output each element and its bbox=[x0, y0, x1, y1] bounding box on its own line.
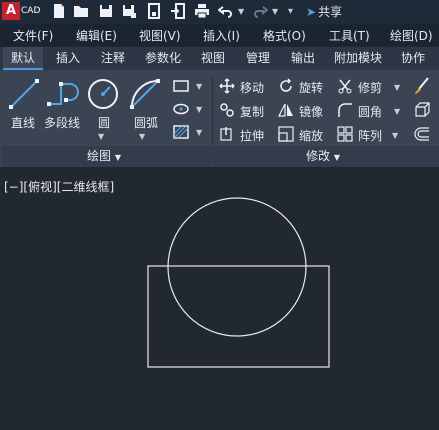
copy-icon[interactable] bbox=[219, 102, 235, 118]
drawing-canvas[interactable] bbox=[0, 168, 439, 430]
move-tool-label[interactable]: 移动 bbox=[240, 79, 264, 96]
draw-panel-title[interactable]: 绘图 ▼ bbox=[87, 146, 121, 166]
fillet-tool-label[interactable]: 圆角 bbox=[358, 103, 382, 120]
arc-dropdown-icon[interactable]: ▼ bbox=[139, 132, 145, 141]
share-button[interactable]: ➤ 共享 bbox=[306, 3, 342, 20]
circle-icon[interactable] bbox=[86, 77, 120, 111]
erase-icon[interactable] bbox=[413, 77, 431, 95]
save-icon[interactable] bbox=[98, 3, 114, 19]
draw-panel-title-text: 绘图 bbox=[87, 149, 112, 163]
tab-output[interactable]: 输出 bbox=[283, 47, 323, 70]
menu-bar: 文件(F) 编辑(E) 视图(V) 插入(I) 格式(O) 工具(T) 绘图(D… bbox=[0, 24, 439, 46]
tab-addins[interactable]: 附加模块 bbox=[328, 47, 388, 70]
offset-icon[interactable] bbox=[413, 125, 431, 143]
modify-panel-title-text: 修改 bbox=[306, 149, 331, 163]
print-icon[interactable] bbox=[194, 3, 210, 19]
menu-draw[interactable]: 绘图(D) bbox=[390, 27, 433, 44]
array-icon[interactable] bbox=[337, 126, 353, 142]
save-as-icon[interactable] bbox=[121, 3, 137, 19]
polyline-icon[interactable] bbox=[46, 80, 82, 108]
tab-parametric[interactable]: 参数化 bbox=[138, 47, 188, 70]
arc-icon[interactable] bbox=[128, 77, 162, 111]
line-tool-label[interactable]: 直线 bbox=[11, 114, 35, 131]
app-logo-letter: A bbox=[2, 2, 20, 20]
rotate-icon[interactable] bbox=[278, 78, 294, 94]
draw-panel-expand-icon: ▼ bbox=[114, 153, 121, 162]
open-folder-icon[interactable] bbox=[73, 3, 89, 19]
arc-tool-label[interactable]: 圆弧 bbox=[134, 114, 158, 131]
app-logo-text: CAD bbox=[21, 6, 41, 16]
menu-tools[interactable]: 工具(T) bbox=[329, 27, 370, 44]
ellipse-icon[interactable] bbox=[172, 101, 190, 117]
stretch-tool-label[interactable]: 拉伸 bbox=[240, 127, 264, 144]
tab-insert[interactable]: 插入 bbox=[48, 47, 88, 70]
menu-edit[interactable]: 编辑(E) bbox=[76, 27, 117, 44]
tab-collaborate[interactable]: 协作 bbox=[393, 47, 433, 70]
tab-view[interactable]: 视图 bbox=[193, 47, 233, 70]
drawn-circle[interactable] bbox=[167, 197, 307, 337]
share-label: 共享 bbox=[318, 5, 343, 19]
line-icon[interactable] bbox=[8, 78, 40, 110]
circle-dropdown-icon[interactable]: ▼ bbox=[98, 132, 104, 141]
trim-dropdown-icon[interactable]: ▼ bbox=[394, 83, 400, 92]
fillet-icon[interactable] bbox=[337, 102, 353, 118]
modify-panel-expand-icon: ▼ bbox=[333, 153, 340, 162]
modify-panel-title[interactable]: 修改 ▼ bbox=[306, 146, 340, 166]
drawn-rectangle[interactable] bbox=[147, 265, 330, 368]
polyline-tool-label[interactable]: 多段线 bbox=[44, 114, 80, 131]
export-icon[interactable] bbox=[146, 3, 162, 19]
panel-separator bbox=[212, 76, 213, 165]
ribbon-tabs: 默认 插入 注释 参数化 视图 管理 输出 附加模块 协作 bbox=[0, 47, 439, 70]
mirror-tool-label[interactable]: 镜像 bbox=[299, 103, 323, 120]
new-file-icon[interactable] bbox=[51, 3, 67, 19]
tab-manage[interactable]: 管理 bbox=[238, 47, 278, 70]
quick-access-toolbar: A CAD ▼ ▼ ▾ ➤ 共享 bbox=[0, 0, 439, 24]
tab-default[interactable]: 默认 bbox=[3, 47, 43, 70]
trim-tool-label[interactable]: 修剪 bbox=[358, 79, 382, 96]
explode-icon[interactable] bbox=[413, 101, 431, 119]
rotate-tool-label[interactable]: 旋转 bbox=[299, 79, 323, 96]
customize-qab-icon[interactable]: ▾ bbox=[288, 6, 293, 17]
fillet-dropdown-icon[interactable]: ▼ bbox=[394, 107, 400, 116]
import-icon[interactable] bbox=[170, 3, 186, 19]
tab-annotate[interactable]: 注释 bbox=[93, 47, 133, 70]
rectangle-dropdown-icon[interactable]: ▼ bbox=[196, 82, 202, 91]
app-logo[interactable]: A CAD bbox=[2, 2, 42, 20]
menu-file[interactable]: 文件(F) bbox=[13, 27, 53, 44]
scale-tool-label[interactable]: 缩放 bbox=[299, 127, 323, 144]
redo-icon[interactable] bbox=[252, 3, 268, 19]
hatch-icon[interactable] bbox=[172, 124, 190, 140]
array-tool-label[interactable]: 阵列 bbox=[358, 127, 382, 144]
undo-dropdown-icon[interactable]: ▼ bbox=[238, 7, 244, 16]
stretch-icon[interactable] bbox=[219, 126, 235, 142]
ellipse-dropdown-icon[interactable]: ▼ bbox=[196, 105, 202, 114]
circle-tool-label[interactable]: 圆 bbox=[98, 114, 110, 131]
menu-format[interactable]: 格式(O) bbox=[263, 27, 306, 44]
menu-view[interactable]: 视图(V) bbox=[139, 27, 181, 44]
undo-icon[interactable] bbox=[218, 3, 234, 19]
mirror-icon[interactable] bbox=[278, 102, 294, 118]
rectangle-icon[interactable] bbox=[172, 78, 190, 94]
hatch-dropdown-icon[interactable]: ▼ bbox=[196, 128, 202, 137]
menu-insert[interactable]: 插入(I) bbox=[203, 27, 240, 44]
redo-dropdown-icon[interactable]: ▼ bbox=[272, 7, 278, 16]
move-icon[interactable] bbox=[219, 78, 235, 94]
copy-tool-label[interactable]: 复制 bbox=[240, 103, 264, 120]
trim-icon[interactable] bbox=[337, 78, 353, 94]
paper-plane-icon: ➤ bbox=[306, 5, 317, 19]
array-dropdown-icon[interactable]: ▼ bbox=[392, 131, 398, 140]
scale-icon[interactable] bbox=[278, 126, 294, 142]
